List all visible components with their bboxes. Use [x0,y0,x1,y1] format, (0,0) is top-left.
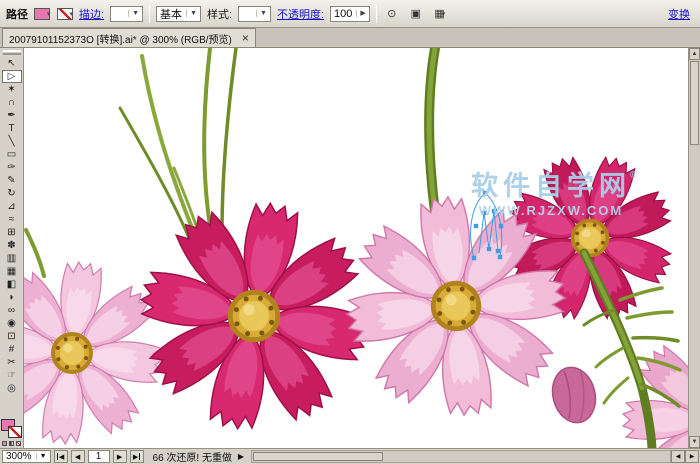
watermark-title: 软件自学网 [471,170,631,201]
hand-tool[interactable]: ☞ [2,369,22,382]
line-segment-tool[interactable]: ╲ [2,135,22,148]
zoom-tool[interactable]: ◎ [2,382,22,395]
zoom-level-combo[interactable]: 300% ▼ [2,450,51,463]
chevron-down-icon: ▾ [442,10,446,18]
next-page-button[interactable]: ▶ [113,450,127,463]
fill-color-chip[interactable]: ▾ [34,7,51,19]
style-combo[interactable]: ▼ [238,6,271,22]
eyedropper-tool[interactable]: ◗ [2,291,22,304]
divider [376,5,377,23]
stroke-weight-combo[interactable]: ▼ [110,6,143,22]
page-number-field[interactable]: 1 [88,450,110,463]
scissors-tool[interactable]: ✂ [2,356,22,369]
main-area: ↖▷✶∩✒T╲▭✑✎↻⊿≈⊞✽▥▦◧◗∞◉⊡#✂☞◎ [0,48,700,448]
divider [149,5,150,23]
opacity-panel-link[interactable]: 不透明度: [277,6,324,22]
scroll-right-icon[interactable]: ▶ [685,450,699,463]
chevron-down-icon: ▼ [256,10,267,17]
first-page-button[interactable]: ◀ [54,450,68,463]
close-icon[interactable]: × [242,32,249,44]
scale-tool[interactable]: ⊿ [2,200,22,213]
options-grid-icon[interactable]: ▦▾ [431,5,449,23]
document-tab[interactable]: 20079101152373O [转换].ai* @ 300% (RGB/预览)… [2,28,256,47]
horizontal-scroll-track[interactable] [251,450,671,463]
opacity-value: 100 [334,8,352,20]
scroll-left-icon[interactable]: ◀ [671,450,685,463]
stroke-swatch[interactable] [8,426,22,438]
horizontal-scroll-thumb[interactable] [253,452,383,461]
status-message: 66 次还原! 无重做 [153,449,232,464]
live-paint-selection-tool[interactable]: ⊡ [2,330,22,343]
registered-icon: ® [630,170,638,181]
none-button[interactable] [16,441,21,446]
lasso-tool[interactable]: ∩ [2,96,22,109]
zoom-value: 300% [6,451,32,462]
watermark: 软件自学网 ® WWW.RJZXW.COM [471,170,638,218]
rectangle-tool[interactable]: ▭ [2,148,22,161]
stroke-color-chip[interactable]: ▾ [57,7,74,19]
context-label: 路径 [6,6,28,22]
illustrator-window: 路径 ▾ ▾ 描边: ▼ 基本 ▼ 样式: ▼ 不透明度: 100 ▶ ⊙ ▣ … [0,0,700,464]
gradient-tool[interactable]: ◧ [2,278,22,291]
chevron-down-icon: ▾ [70,11,74,18]
mesh-tool[interactable]: ▦ [2,265,22,278]
chevron-down-icon: ▾ [47,11,51,18]
control-bar: 路径 ▾ ▾ 描边: ▼ 基本 ▼ 样式: ▼ 不透明度: 100 ▶ ⊙ ▣ … [0,0,700,28]
slice-tool[interactable]: # [2,343,22,356]
warp-tool[interactable]: ≈ [2,213,22,226]
color-mode-row [2,441,21,446]
horizontal-scrollbar[interactable]: ◀ ▶ [251,450,699,463]
document-title: 20079101152373O [转换].ai* @ 300% (RGB/预览) [9,31,232,46]
symbol-sprayer-tool[interactable]: ✽ [2,239,22,252]
free-transform-tool[interactable]: ⊞ [2,226,22,239]
gradient-button[interactable] [9,441,14,446]
tools-panel: ↖▷✶∩✒T╲▭✑✎↻⊿≈⊞✽▥▦◧◗∞◉⊡#✂☞◎ [0,48,24,448]
artboard-canvas[interactable]: 软件自学网 ® WWW.RJZXW.COM [24,48,688,448]
pencil-tool[interactable]: ✎ [2,174,22,187]
chevron-down-icon: ▼ [36,453,47,460]
opacity-combo[interactable]: 100 ▶ [330,6,370,22]
paintbrush-tool[interactable]: ✑ [2,161,22,174]
last-page-button[interactable]: ▶ [130,450,144,463]
pen-tool[interactable]: ✒ [2,109,22,122]
magic-wand-tool[interactable]: ✶ [2,83,22,96]
brush-definition-combo[interactable]: 基本 ▼ [156,6,201,22]
align-panel-icon[interactable]: ▣ [407,5,425,23]
type-tool[interactable]: T [2,122,22,135]
canvas-artwork[interactable]: 软件自学网 ® WWW.RJZXW.COM [24,48,688,448]
chevron-down-icon: ▼ [128,10,139,17]
brush-value: 基本 [160,6,182,22]
vertical-scroll-track[interactable] [689,146,700,436]
color-button[interactable] [2,441,7,446]
transform-panel-link[interactable]: 变换 [668,6,690,22]
document-tab-bar: 20079101152373O [转换].ai* @ 300% (RGB/预览)… [0,28,700,48]
status-bar: 300% ▼ ◀ ◀ 1 ▶ ▶ 66 次还原! 无重做 ▶ ◀ ▶ [0,448,700,464]
chevron-right-icon: ▶ [356,10,365,17]
style-label: 样式: [207,6,232,22]
panel-grip-icon[interactable] [3,50,21,55]
scroll-down-icon[interactable]: ▼ [689,436,700,448]
chevron-down-icon: ▼ [186,10,197,17]
live-paint-bucket-tool[interactable]: ◉ [2,317,22,330]
direct-selection-tool[interactable]: ▷ [2,70,22,83]
selection-tool[interactable]: ↖ [2,57,22,70]
rotate-tool[interactable]: ↻ [2,187,22,200]
column-graph-tool[interactable]: ▥ [2,252,22,265]
fill-stroke-swatches [1,419,23,439]
stroke-panel-link[interactable]: 描边: [79,6,104,22]
scroll-up-icon[interactable]: ▲ [689,48,700,60]
previous-page-button[interactable]: ◀ [71,450,85,463]
blend-tool[interactable]: ∞ [2,304,22,317]
recolor-artwork-icon[interactable]: ⊙ [383,5,401,23]
status-popup-icon[interactable]: ▶ [235,450,247,463]
watermark-url: WWW.RJZXW.COM [479,203,623,218]
vertical-scroll-thumb[interactable] [690,61,699,145]
vertical-scrollbar[interactable]: ▲ ▼ [688,48,700,448]
